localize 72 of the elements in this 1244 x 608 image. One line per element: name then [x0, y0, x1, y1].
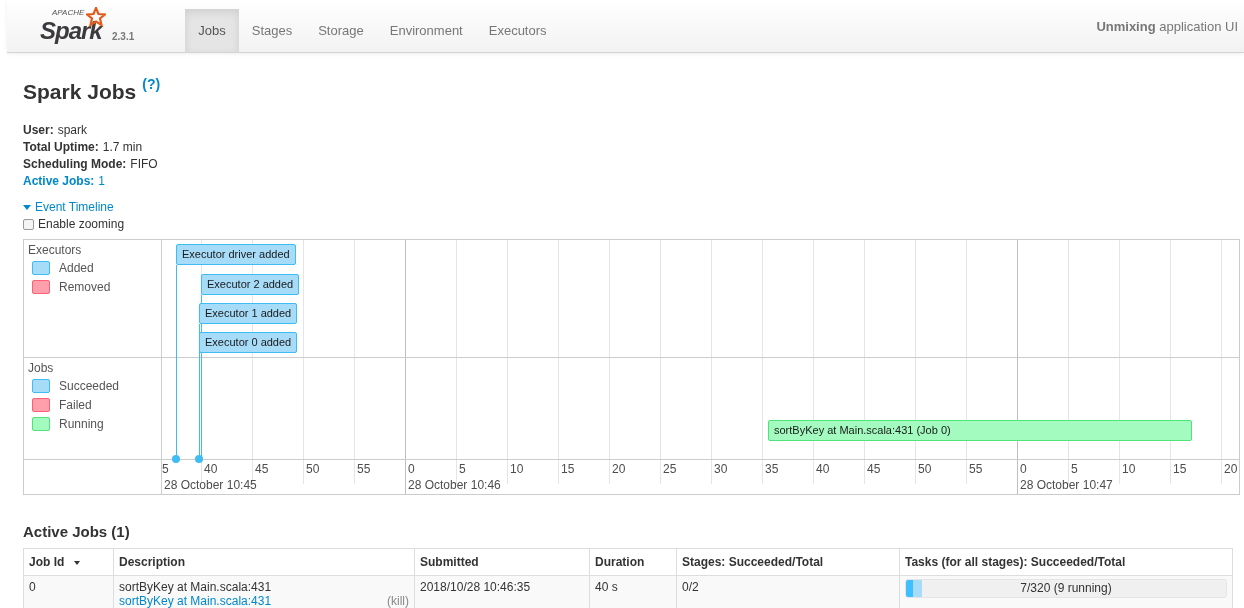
axis-date-label: 28 October 10:46 [408, 478, 501, 492]
axis-date-label: 28 October 10:47 [1020, 478, 1113, 492]
kill-link[interactable]: (kill) [387, 594, 409, 608]
axis-tick-label: 35 [765, 462, 779, 476]
summary-label: Scheduling Mode: [23, 157, 127, 171]
help-link[interactable]: (?) [142, 76, 161, 92]
axis-tick-label: 5 [1071, 462, 1078, 476]
axis-tick-label: 10 [510, 462, 524, 476]
axis-tick-label: 45 [867, 462, 881, 476]
legend-label: Failed [59, 398, 92, 412]
section-title: Active Jobs (1) [23, 523, 131, 540]
nav-tab[interactable]: Stages [238, 9, 306, 52]
nav-tab[interactable]: Storage [305, 9, 377, 52]
axis-date-label: 28 October 10:45 [164, 478, 257, 492]
column-header[interactable]: Duration [589, 548, 677, 576]
description-link[interactable]: sortByKey at Main.scala:431 [119, 594, 272, 608]
timeline-toggle[interactable]: Event Timeline [23, 199, 114, 216]
axis-tick-label: 15 [1173, 462, 1187, 476]
checkbox-label: Enable zooming [38, 216, 125, 233]
axis-tick-label: 20 [612, 462, 626, 476]
table-cell: 2018/10/28 10:46:35 [414, 575, 590, 608]
column-header[interactable]: Submitted [414, 548, 590, 576]
nav-tab[interactable]: Executors [475, 9, 560, 52]
axis-tick-label: 55 [357, 462, 371, 476]
executor-event[interactable]: Executor 0 added [199, 332, 298, 353]
group-label: Jobs [28, 361, 55, 375]
axis-tick-label: 5 [459, 462, 466, 476]
summary-link[interactable]: Active Jobs: [23, 174, 95, 188]
description-text: sortByKey at Main.scala:431 [119, 580, 273, 594]
nav-tab[interactable]: Jobs [185, 9, 239, 52]
nav-tab[interactable]: Environment [376, 9, 476, 52]
column-header[interactable]: Tasks (for all stages): Succeeded/Total [899, 548, 1233, 576]
legend-label: Running [59, 417, 104, 431]
table-cell: 40 s [589, 575, 677, 608]
axis-tick-label: 45 [255, 462, 269, 476]
summary-value: spark [57, 123, 88, 137]
axis-tick-label: 30 [714, 462, 728, 476]
axis-tick-label: 50 [306, 462, 320, 476]
axis-tick-label: 50 [918, 462, 932, 476]
summary-value: 1.7 min [102, 140, 143, 154]
job-bar[interactable]: sortByKey at Main.scala:431 (Job 0) [768, 420, 1192, 441]
axis-tick-label: 5 [162, 462, 169, 476]
summary-label: Total Uptime: [23, 140, 99, 154]
legend-label: Succeeded [59, 379, 120, 393]
progress-label: 7/320 (9 running) [1019, 580, 1113, 597]
executor-event[interactable]: Executor 2 added [201, 274, 300, 295]
axis-tick-label: 0 [408, 462, 415, 476]
axis-tick-label: 0 [1020, 462, 1027, 476]
executor-event[interactable]: Executor 1 added [199, 303, 298, 324]
axis-tick-label: 40 [816, 462, 830, 476]
axis-tick-label: 40 [204, 462, 218, 476]
spark-logo[interactable]: APACHE Spark [40, 6, 106, 46]
executor-event[interactable]: Executor driver added [176, 244, 296, 265]
summary-value: 1 [98, 174, 106, 188]
group-label: Executors [28, 243, 83, 257]
table-cell: 0/2 [676, 575, 900, 608]
table-cell: 0 [23, 575, 114, 608]
page-title: Spark Jobs [23, 80, 137, 104]
app-title: Unmixing application UI [1096, 18, 1238, 34]
axis-tick-label: 15 [561, 462, 575, 476]
axis-tick-label: 20 [1224, 462, 1238, 476]
axis-tick-label: 55 [969, 462, 983, 476]
summary-label: User: [23, 123, 54, 137]
column-header[interactable]: Stages: Succeeded/Total [676, 548, 900, 576]
legend-label: Added [59, 261, 94, 275]
version-label: 2.3.1 [112, 30, 135, 42]
axis-tick-label: 10 [1122, 462, 1136, 476]
column-header[interactable]: Job Id [23, 548, 114, 576]
axis-tick-label: 25 [663, 462, 677, 476]
legend-label: Removed [59, 280, 111, 294]
column-header[interactable]: Description [113, 548, 415, 576]
summary-value: FIFO [130, 157, 158, 171]
